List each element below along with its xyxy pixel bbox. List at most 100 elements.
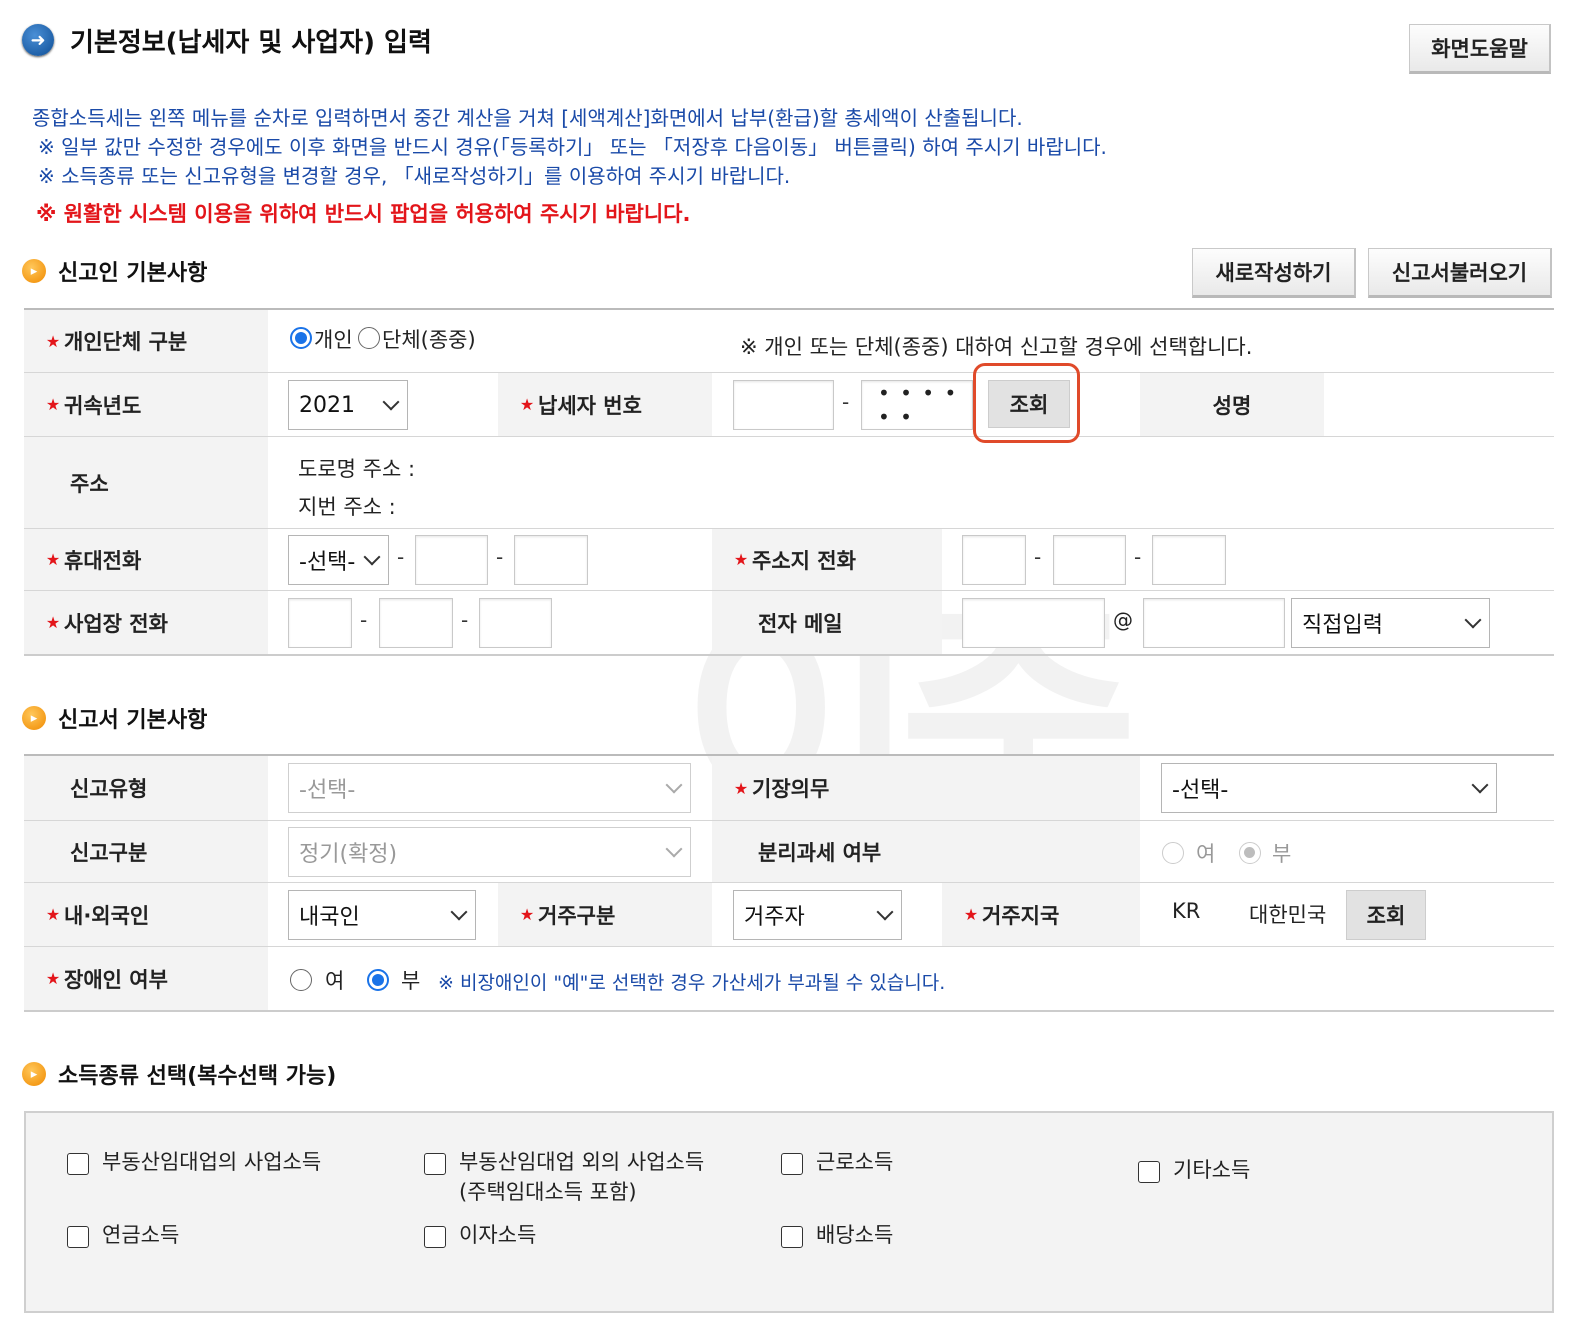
taxpayer-no-part2-input[interactable]: • • • • • • bbox=[861, 380, 973, 430]
chevron-down-icon bbox=[363, 548, 381, 566]
section-title: 소득종류 선택(복수선택 가능) bbox=[58, 1064, 337, 1089]
income-other-checkbox[interactable] bbox=[1138, 1161, 1160, 1183]
biz-phone-mid-input[interactable] bbox=[379, 598, 453, 648]
biz-phone-last-input[interactable] bbox=[479, 598, 552, 648]
mobile-prefix-value: -선택- bbox=[299, 550, 356, 575]
chevron-down-icon bbox=[382, 393, 400, 411]
nationality-label: ★ 내·외국인 bbox=[24, 883, 268, 946]
report-type-label: 신고유형 bbox=[24, 756, 268, 820]
separate-tax-yes-label: 여 bbox=[1196, 842, 1216, 866]
home-phone-last-input[interactable] bbox=[1152, 535, 1226, 585]
disability-yes-radio[interactable] bbox=[290, 969, 312, 991]
mobile-last-input[interactable] bbox=[514, 535, 588, 585]
entity-individual-radio[interactable] bbox=[290, 327, 312, 349]
address-label: 주소 bbox=[24, 437, 268, 528]
income-interest-checkbox[interactable] bbox=[424, 1226, 446, 1248]
year-label: ★ 귀속년도 bbox=[24, 373, 268, 436]
name-label: 성명 bbox=[1140, 373, 1324, 436]
mobile-prefix-select[interactable]: -선택- bbox=[288, 535, 389, 585]
entity-note: ※ 개인 또는 단체(종중) 대하여 신고할 경우에 선택합니다. bbox=[740, 335, 1253, 359]
country-name: 대한민국 bbox=[1249, 903, 1327, 927]
biz-phone-area-input[interactable] bbox=[288, 598, 352, 648]
section-title: 신고서 기본사항 bbox=[58, 708, 208, 733]
biz-phone-label: ★ 사업장 전화 bbox=[24, 591, 268, 654]
bookkeeping-select[interactable]: -선택- bbox=[1161, 763, 1497, 813]
email-domain-input[interactable] bbox=[1143, 598, 1285, 648]
taxpayer-no-part1-input[interactable] bbox=[733, 380, 834, 430]
report-type-value: -선택- bbox=[299, 778, 356, 803]
email-local-input[interactable] bbox=[962, 598, 1105, 648]
chevron-down-icon bbox=[1471, 776, 1489, 794]
home-phone-label: ★ 주소지 전화 bbox=[712, 529, 942, 590]
lot-address: 지번 주소 : bbox=[298, 495, 396, 519]
entity-label: ★ 개인단체 구분 bbox=[24, 310, 268, 372]
home-phone-area-input[interactable] bbox=[962, 535, 1026, 585]
year-select[interactable]: 2021 bbox=[288, 380, 408, 430]
chevron-down-icon bbox=[450, 903, 468, 921]
arrow-right-circle-icon: ➜ bbox=[22, 24, 54, 56]
disability-label: ★ 장애인 여부 bbox=[24, 947, 268, 1010]
nationality-value: 내국인 bbox=[299, 905, 360, 930]
report-type-select[interactable]: -선택- bbox=[288, 763, 691, 813]
entity-group-radio[interactable] bbox=[358, 327, 380, 349]
reporter-section-header: ▸ 신고인 기본사항 bbox=[22, 256, 207, 286]
country-lookup-button[interactable]: 조회 bbox=[1346, 890, 1426, 940]
separate-tax-yes-radio[interactable] bbox=[1162, 842, 1184, 864]
income-dividend-checkbox[interactable] bbox=[781, 1226, 803, 1248]
income-pension-checkbox[interactable] bbox=[67, 1226, 89, 1248]
income-business-checkbox[interactable] bbox=[424, 1153, 446, 1175]
separate-tax-no-radio[interactable] bbox=[1239, 842, 1261, 864]
email-at-sign: @ bbox=[1113, 608, 1133, 632]
popup-warning: ※ 원활한 시스템 이용을 위하여 반드시 팝업을 허용하여 주시기 바랍니다. bbox=[36, 202, 691, 226]
nationality-select[interactable]: 내국인 bbox=[288, 890, 476, 940]
separate-tax-no-label: 부 bbox=[1272, 842, 1292, 866]
road-address: 도로명 주소 : bbox=[298, 457, 416, 481]
income-rental-checkbox[interactable] bbox=[67, 1153, 89, 1175]
load-report-button[interactable]: 신고서불러오기 bbox=[1368, 248, 1552, 298]
chevron-down-icon bbox=[1464, 611, 1482, 629]
disability-no-radio[interactable] bbox=[367, 969, 389, 991]
dash: - bbox=[397, 545, 405, 569]
chevron-down-icon bbox=[665, 776, 683, 794]
income-dividend-label: 배당소득 bbox=[816, 1223, 894, 1247]
highlight-annotation bbox=[973, 363, 1080, 443]
residence-select[interactable]: 거주자 bbox=[733, 890, 902, 940]
notice-line-2: ※ 일부 값만 수정한 경우에도 이후 화면을 반드시 경유(「등록하기」 또는… bbox=[38, 135, 1107, 159]
page-title-bar: ➜ 기본정보(납세자 및 사업자) 입력 bbox=[22, 18, 432, 62]
income-wage-label: 근로소득 bbox=[816, 1150, 894, 1174]
arrow-right-circle-icon: ▸ bbox=[22, 1062, 46, 1086]
income-interest-label: 이자소득 bbox=[459, 1223, 537, 1247]
report-category-label: 신고구분 bbox=[24, 821, 268, 882]
disability-note: ※ 비장애인이 "예"로 선택한 경우 가산세가 부과될 수 있습니다. bbox=[438, 972, 946, 994]
residence-label: ★ 거주구분 bbox=[498, 883, 712, 946]
disability-no-label: 부 bbox=[401, 969, 421, 993]
year-value: 2021 bbox=[299, 392, 355, 418]
income-type-panel bbox=[24, 1111, 1554, 1313]
dash: - bbox=[360, 608, 368, 632]
new-report-button[interactable]: 새로작성하기 bbox=[1192, 248, 1356, 298]
section-title: 신고인 기본사항 bbox=[58, 261, 208, 286]
dash: - bbox=[496, 545, 504, 569]
separate-tax-label: 분리과세 여부 bbox=[712, 821, 1140, 882]
bookkeeping-value: -선택- bbox=[1172, 778, 1229, 803]
arrow-right-circle-icon: ▸ bbox=[22, 259, 46, 283]
chevron-down-icon bbox=[876, 903, 894, 921]
help-button[interactable]: 화면도움말 bbox=[1409, 24, 1551, 74]
home-phone-mid-input[interactable] bbox=[1053, 535, 1126, 585]
income-business-sublabel: (주택임대소득 포함) bbox=[459, 1180, 637, 1204]
report-category-value: 정기(확정) bbox=[299, 842, 398, 867]
country-code: KR bbox=[1172, 899, 1201, 923]
disability-yes-label: 여 bbox=[325, 969, 345, 993]
report-category-select[interactable]: 정기(확정) bbox=[288, 827, 691, 877]
income-wage-checkbox[interactable] bbox=[781, 1153, 803, 1175]
email-label: 전자 메일 bbox=[712, 591, 942, 654]
report-section-header: ▸ 신고서 기본사항 bbox=[22, 703, 207, 733]
mobile-label: ★ 휴대전화 bbox=[24, 529, 268, 590]
email-domain-select[interactable]: 직접입력 bbox=[1291, 598, 1490, 648]
residence-value: 거주자 bbox=[744, 905, 805, 930]
mobile-mid-input[interactable] bbox=[415, 535, 488, 585]
chevron-down-icon bbox=[665, 840, 683, 858]
income-business-label: 부동산임대업 외의 사업소득 bbox=[459, 1150, 705, 1174]
dash: - bbox=[1034, 545, 1042, 569]
dash: - bbox=[1134, 545, 1142, 569]
